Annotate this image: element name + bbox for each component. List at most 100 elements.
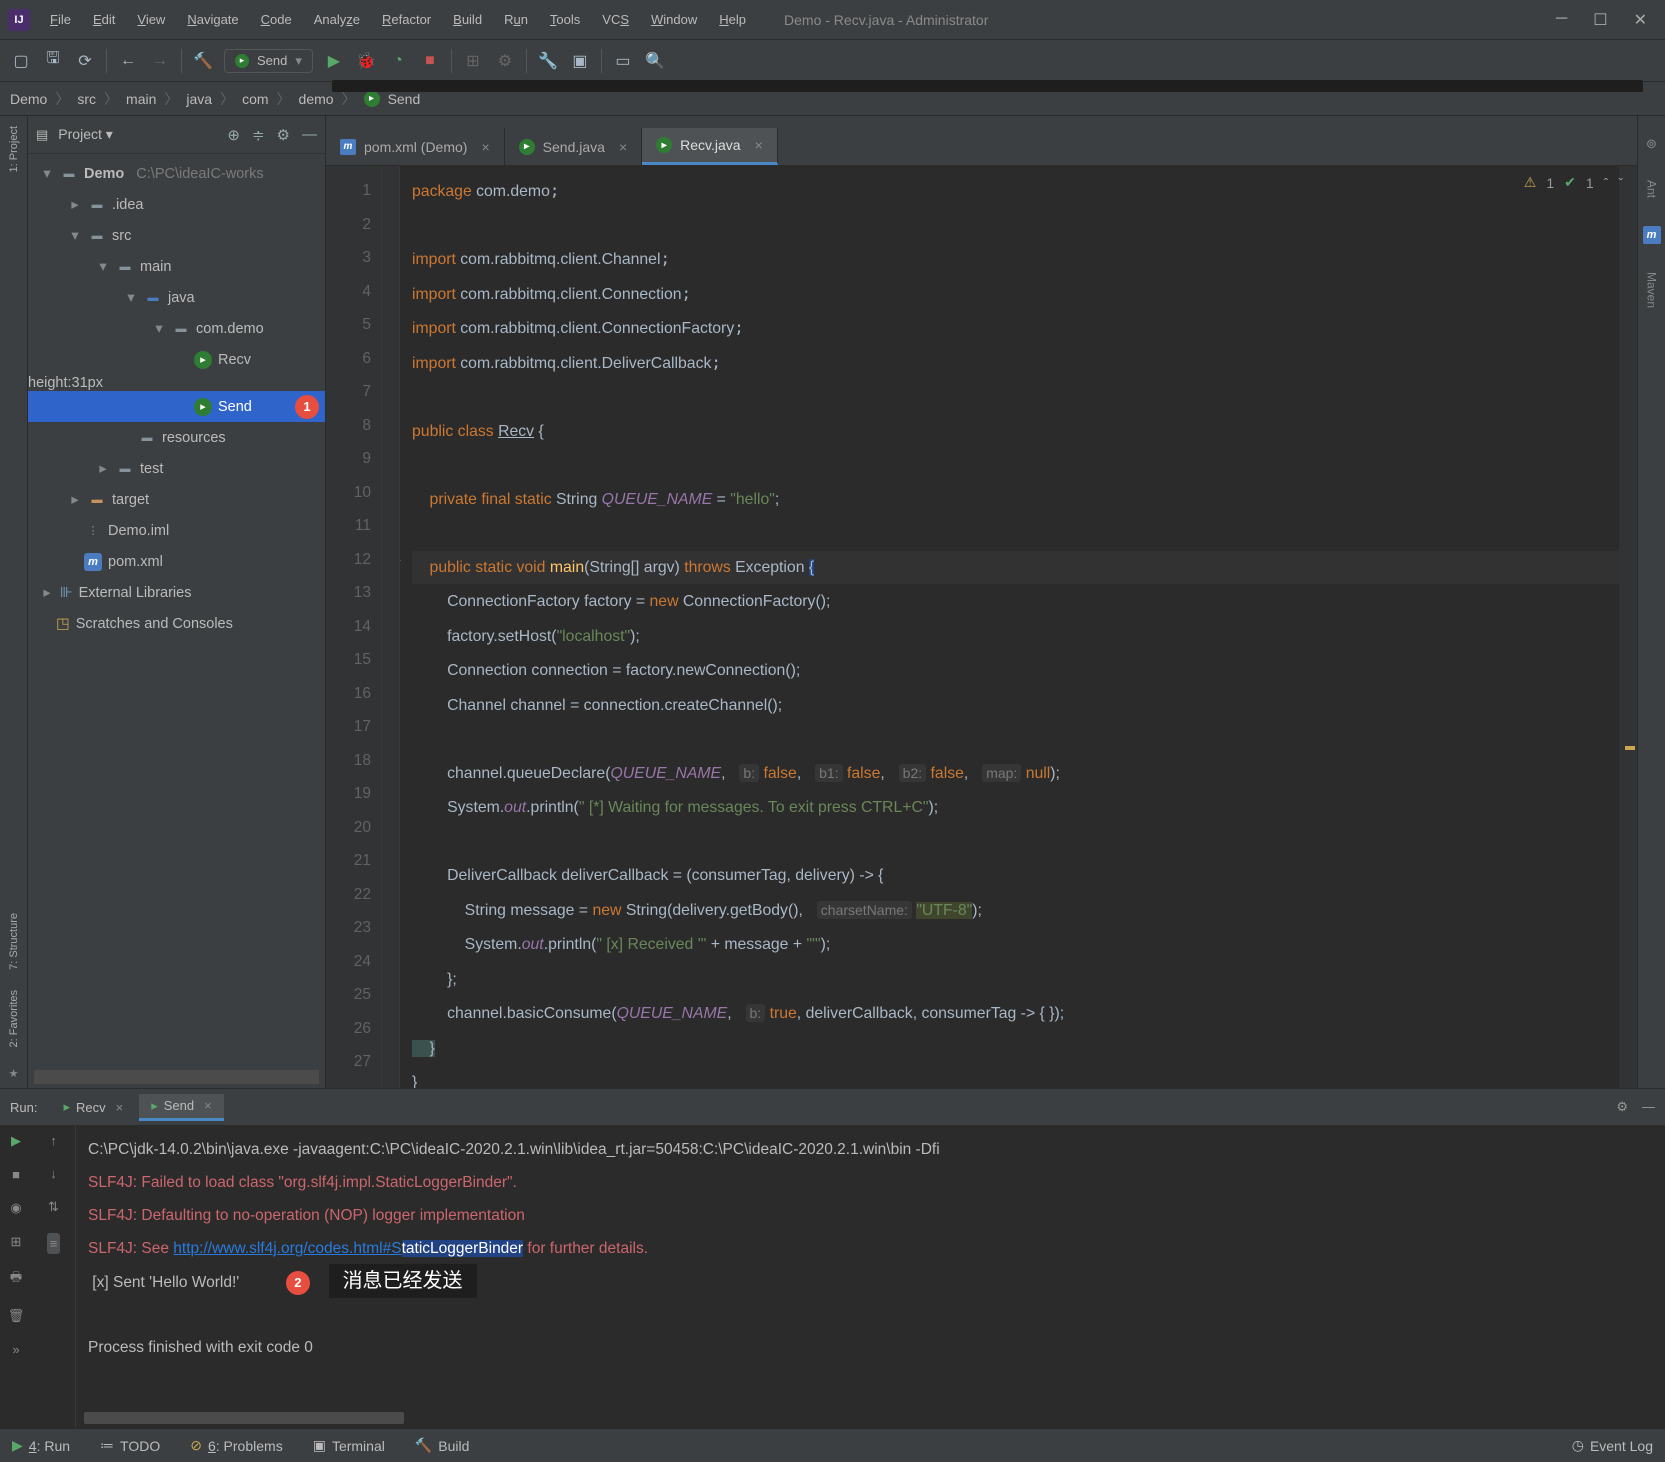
tree-ext[interactable]: ▸⊪External Libraries xyxy=(28,577,325,608)
hide-icon[interactable]: — xyxy=(302,126,317,144)
gear-icon[interactable]: ⚙ xyxy=(277,126,290,144)
menu-navigate[interactable]: Navigate xyxy=(177,8,248,31)
fold-gutter[interactable] xyxy=(382,166,400,1088)
tool-ant[interactable]: Ant xyxy=(1645,180,1659,198)
tool-structure[interactable]: 7: Structure xyxy=(8,913,20,970)
maximize-button[interactable]: ☐ xyxy=(1593,10,1607,30)
close-icon[interactable]: × xyxy=(481,139,489,155)
tab-recv[interactable]: ▸Recv.java× xyxy=(642,128,778,165)
tree-scratch[interactable]: ◳Scratches and Consoles xyxy=(28,608,325,639)
run-tab-send[interactable]: ▸Send× xyxy=(139,1094,224,1121)
run-button[interactable]: ▶ xyxy=(323,50,345,72)
tab-pom[interactable]: mpom.xml (Demo)× xyxy=(326,128,505,165)
crumb-send[interactable]: Send xyxy=(388,91,421,107)
trash-icon[interactable]: 🗑 xyxy=(8,1308,25,1324)
refresh-icon[interactable]: ⟳ xyxy=(74,50,96,72)
tb-ico-2[interactable]: ⚙ xyxy=(494,50,516,72)
tool-terminal[interactable]: ▣Terminal xyxy=(313,1437,385,1454)
rerun-icon[interactable]: ▶ xyxy=(11,1133,21,1149)
menu-build[interactable]: Build xyxy=(443,8,492,31)
menu-file[interactable]: File xyxy=(40,8,81,31)
menu-edit[interactable]: Edit xyxy=(83,8,125,31)
open-icon[interactable]: ▢ xyxy=(10,50,32,72)
tb-ico-3[interactable]: ▣ xyxy=(569,50,591,72)
console-output[interactable]: C:\PC\jdk-14.0.2\bin\java.exe -javaagent… xyxy=(76,1125,1665,1428)
tb-ico-4[interactable]: ▭ xyxy=(612,50,634,72)
tree-idea[interactable]: ▸▬.idea xyxy=(28,189,325,220)
stop-icon[interactable]: ■ xyxy=(12,1167,20,1182)
layout-icon[interactable]: ⊞ xyxy=(11,1234,22,1250)
h-scrollbar[interactable] xyxy=(34,1070,319,1084)
wrap-icon[interactable]: ⇅ xyxy=(48,1199,59,1215)
minimize-button[interactable]: ─ xyxy=(1556,10,1567,30)
code-editor[interactable]: ⚠1 ✔1 ˆˇ 123456789101112▶131415161718192… xyxy=(326,166,1637,1088)
error-stripe[interactable] xyxy=(1619,166,1637,1088)
run-gear-icon[interactable]: ⚙ xyxy=(1616,1099,1628,1115)
menu-help[interactable]: Help xyxy=(709,8,756,31)
tool-build[interactable]: 🔨Build xyxy=(415,1437,470,1454)
tool-maven[interactable]: Maven xyxy=(1645,272,1659,308)
crumb-java[interactable]: java xyxy=(186,91,212,107)
save-icon[interactable]: 🖫 xyxy=(42,50,64,72)
inspection-widget[interactable]: ⚠1 ✔1 ˆˇ xyxy=(1524,174,1623,191)
tree-resources[interactable]: ▬resources xyxy=(28,422,325,453)
tool-problems[interactable]: ⊘6: Problems xyxy=(190,1437,282,1454)
collapse-icon[interactable]: ≑ xyxy=(252,126,265,144)
tool-run[interactable]: ▶4: Run xyxy=(12,1437,70,1454)
ant-icon[interactable]: ⊚ xyxy=(1646,136,1657,152)
console-h-scrollbar[interactable] xyxy=(84,1412,404,1424)
menu-refactor[interactable]: Refactor xyxy=(372,8,441,31)
close-icon[interactable]: × xyxy=(619,139,627,155)
tree-main[interactable]: ▾▬main xyxy=(28,251,325,282)
crumb-demo2[interactable]: demo xyxy=(299,91,334,107)
scroll-icon[interactable]: ≡ xyxy=(47,1233,61,1254)
tree-target[interactable]: ▸▬target xyxy=(28,484,325,515)
menu-vcs[interactable]: VCS xyxy=(592,8,639,31)
tb-ico-1[interactable]: ⊞ xyxy=(462,50,484,72)
tool-favorites[interactable]: 2: Favorites xyxy=(8,990,20,1047)
forward-icon[interactable]: → xyxy=(149,50,171,72)
star-icon[interactable]: ★ xyxy=(9,1067,19,1080)
tab-send[interactable]: ▸Send.java× xyxy=(505,128,642,165)
menu-run[interactable]: Run xyxy=(494,8,538,31)
project-header[interactable]: Project ▾ xyxy=(58,126,217,143)
hammer-icon[interactable]: 🔨 xyxy=(192,50,214,72)
menu-view[interactable]: View xyxy=(127,8,175,31)
tree-root[interactable]: ▾▬DemoC:\PC\ideaIC-works xyxy=(28,158,325,189)
crumb-demo[interactable]: Demo xyxy=(10,91,47,107)
run-hide-icon[interactable]: — xyxy=(1642,1099,1655,1115)
back-icon[interactable]: ← xyxy=(117,50,139,72)
tree-test[interactable]: ▸▬test xyxy=(28,453,325,484)
tree-recv[interactable]: ▸Recv xyxy=(28,344,325,375)
tool-todo[interactable]: ≔TODO xyxy=(100,1437,160,1454)
up-icon[interactable]: ↑ xyxy=(50,1133,57,1148)
code-content[interactable]: package com.demo; import com.rabbitmq.cl… xyxy=(400,166,1619,1088)
more-icon[interactable]: » xyxy=(12,1342,19,1357)
run-tab-recv[interactable]: ▸Recv× xyxy=(51,1095,135,1119)
tree-src[interactable]: ▾▬src xyxy=(28,220,325,251)
close-button[interactable]: ✕ xyxy=(1634,10,1647,30)
tree-pkg[interactable]: ▾▬com.demo xyxy=(28,313,325,344)
stop-button[interactable]: ■ xyxy=(419,50,441,72)
target-icon[interactable]: ⊕ xyxy=(227,126,240,144)
crumb-com[interactable]: com xyxy=(242,91,268,107)
menu-analyze[interactable]: Analyze xyxy=(304,8,370,31)
tree-pom[interactable]: mpom.xml xyxy=(28,546,325,577)
tree-send[interactable]: ▸Send 1 xyxy=(28,391,325,422)
crumb-src[interactable]: src xyxy=(77,91,96,107)
close-icon[interactable]: × xyxy=(755,137,763,153)
crumb-main[interactable]: main xyxy=(126,91,156,107)
tool-project[interactable]: 1: Project xyxy=(8,126,20,172)
tree-iml[interactable]: ⋮Demo.iml xyxy=(28,515,325,546)
down-icon[interactable]: ↓ xyxy=(50,1166,57,1181)
event-log[interactable]: ◷Event Log xyxy=(1572,1437,1653,1454)
menu-tools[interactable]: Tools xyxy=(540,8,590,31)
search-icon[interactable]: 🔍 xyxy=(644,50,666,72)
debug-button[interactable]: 🐞 xyxy=(355,50,377,72)
menu-code[interactable]: Code xyxy=(251,8,302,31)
tree-java[interactable]: ▾▬java xyxy=(28,282,325,313)
run-config-selector[interactable]: ▸ Send ▾ xyxy=(224,49,313,73)
coverage-button[interactable]: ◔ xyxy=(387,50,409,72)
menu-window[interactable]: Window xyxy=(641,8,707,31)
camera-icon[interactable]: ◉ xyxy=(10,1200,21,1216)
